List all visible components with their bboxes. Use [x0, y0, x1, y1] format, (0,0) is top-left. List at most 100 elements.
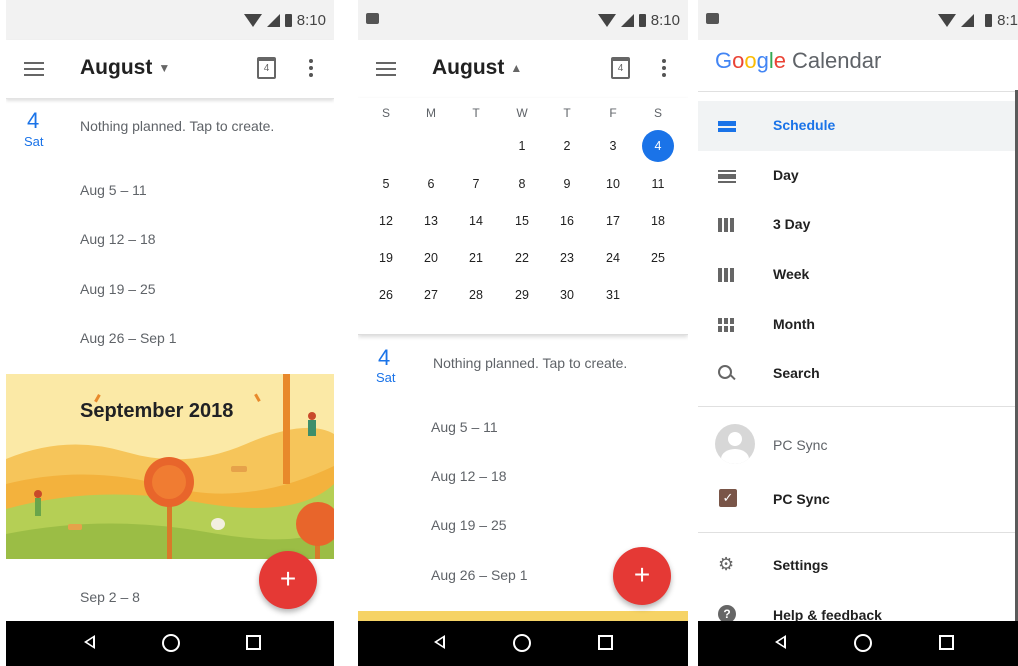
- week-range: Aug 5 – 11: [431, 419, 498, 435]
- drawer-item-week[interactable]: Week: [698, 250, 1018, 300]
- calendar-day[interactable]: 3: [593, 130, 633, 162]
- recent-apps-icon[interactable]: [246, 635, 261, 650]
- home-icon[interactable]: [513, 634, 531, 652]
- calendar-day[interactable]: 26: [366, 279, 406, 311]
- calendar-day[interactable]: 20: [411, 242, 451, 274]
- calendar-day[interactable]: 24: [593, 242, 633, 274]
- three-day-icon: [718, 218, 736, 232]
- chevron-down-icon: ▼: [158, 61, 171, 76]
- image-notification-icon: [706, 13, 719, 24]
- weekday-header: F: [609, 106, 617, 120]
- google-calendar-logo: Google Calendar: [715, 48, 881, 74]
- create-event-button[interactable]: +: [613, 547, 671, 605]
- back-icon[interactable]: [775, 635, 786, 649]
- calendar-day[interactable]: 29: [502, 279, 542, 311]
- navigation-drawer-screen: 8:1 Google Calendar Schedule Day 3 Day We…: [698, 0, 1018, 666]
- recent-apps-icon[interactable]: [598, 635, 613, 650]
- calendar-day[interactable]: 13: [411, 205, 451, 237]
- system-nav-bar: [698, 621, 1018, 666]
- create-event-button[interactable]: +: [259, 551, 317, 609]
- month-selector[interactable]: August ▲: [432, 56, 522, 80]
- day-number: 4: [27, 108, 40, 133]
- calendar-day-selected[interactable]: 4: [638, 130, 678, 162]
- calendar-day[interactable]: 25: [638, 242, 678, 274]
- home-icon[interactable]: [854, 634, 872, 652]
- calendar-name: PC Sync: [773, 491, 830, 507]
- drawer-item-label: Settings: [773, 557, 829, 573]
- month-selector[interactable]: August ▼: [80, 56, 170, 80]
- clock: 8:10: [296, 12, 326, 29]
- calendar-day[interactable]: 19: [366, 242, 406, 274]
- calendar-day[interactable]: 6: [411, 168, 451, 200]
- day-icon: [718, 169, 736, 183]
- checkbox-checked-icon[interactable]: ✓: [719, 489, 737, 507]
- wifi-icon: [938, 14, 957, 27]
- calendar-day[interactable]: 12: [366, 205, 406, 237]
- calendar-day[interactable]: 18: [638, 205, 678, 237]
- search-icon: [718, 365, 736, 381]
- calendar-day[interactable]: 16: [547, 205, 587, 237]
- calendar-day[interactable]: 21: [456, 242, 496, 274]
- battery-icon: [985, 14, 993, 27]
- clock: 8:10: [650, 12, 680, 29]
- calendar-day[interactable]: 27: [411, 279, 451, 311]
- back-icon[interactable]: [434, 635, 445, 649]
- day-name: Sat: [376, 370, 396, 385]
- week-range: Aug 5 – 11: [80, 182, 147, 198]
- drawer-item-schedule[interactable]: Schedule: [698, 101, 1018, 151]
- month-title: August: [432, 56, 505, 79]
- signal-icon: [620, 14, 634, 27]
- calendar-day[interactable]: 31: [593, 279, 633, 311]
- drawer-item-label: Schedule: [773, 117, 836, 133]
- day-name: Sat: [24, 134, 44, 149]
- calendar-day[interactable]: 14: [456, 205, 496, 237]
- chevron-up-icon: ▲: [510, 61, 523, 76]
- calendar-day[interactable]: 17: [593, 205, 633, 237]
- recent-apps-icon[interactable]: [939, 635, 954, 650]
- status-bar: 8:10: [358, 0, 688, 40]
- empty-day-message[interactable]: Nothing planned. Tap to create.: [433, 355, 627, 371]
- calendar-day[interactable]: 23: [547, 242, 587, 274]
- calendar-day[interactable]: 9: [547, 168, 587, 200]
- divider: [698, 406, 1018, 407]
- calendar-day[interactable]: 28: [456, 279, 496, 311]
- calendar-day[interactable]: 30: [547, 279, 587, 311]
- calendar-day[interactable]: 5: [366, 168, 406, 200]
- avatar: [715, 424, 755, 464]
- drawer-item-search[interactable]: Search: [698, 349, 1018, 399]
- drawer-item-label: Day: [773, 167, 799, 183]
- wifi-icon: [597, 14, 616, 27]
- calendar-day[interactable]: 8: [502, 168, 542, 200]
- menu-icon[interactable]: [24, 62, 44, 76]
- drawer-item-month[interactable]: Month: [698, 300, 1018, 350]
- calendar-day[interactable]: 11: [638, 168, 678, 200]
- day-number: 4: [378, 345, 391, 370]
- drawer-item-day[interactable]: Day: [698, 151, 1018, 201]
- calendar-day[interactable]: 15: [502, 205, 542, 237]
- week-range: Aug 26 – Sep 1: [80, 330, 177, 346]
- menu-icon[interactable]: [376, 62, 396, 76]
- divider: [698, 91, 1018, 92]
- calendar-day[interactable]: 1: [502, 130, 542, 162]
- calendar-day[interactable]: 7: [456, 168, 496, 200]
- more-options-icon[interactable]: [309, 59, 313, 79]
- calendar-day[interactable]: 22: [502, 242, 542, 274]
- back-icon[interactable]: [84, 635, 95, 649]
- weekday-header: W: [516, 106, 528, 120]
- home-icon[interactable]: [162, 634, 180, 652]
- drawer-item-help[interactable]: ? Help & feedback: [698, 591, 1018, 621]
- app-bar: August ▲ 4: [358, 40, 688, 98]
- more-options-icon[interactable]: [662, 59, 666, 79]
- month-title: August: [80, 56, 153, 79]
- today-icon[interactable]: 4: [257, 57, 276, 79]
- calendar-day[interactable]: 2: [547, 130, 587, 162]
- weekday-header: S: [381, 106, 390, 120]
- status-bar: 8:10: [6, 0, 334, 40]
- calendar-day[interactable]: 10: [593, 168, 633, 200]
- empty-day-message[interactable]: Nothing planned. Tap to create.: [80, 118, 274, 134]
- drawer-item-three-day[interactable]: 3 Day: [698, 200, 1018, 250]
- today-icon[interactable]: 4: [611, 57, 630, 79]
- drawer-item-settings[interactable]: ⚙ Settings: [698, 541, 1018, 591]
- week-range: Aug 19 – 25: [80, 281, 156, 297]
- battery-icon: [638, 14, 646, 27]
